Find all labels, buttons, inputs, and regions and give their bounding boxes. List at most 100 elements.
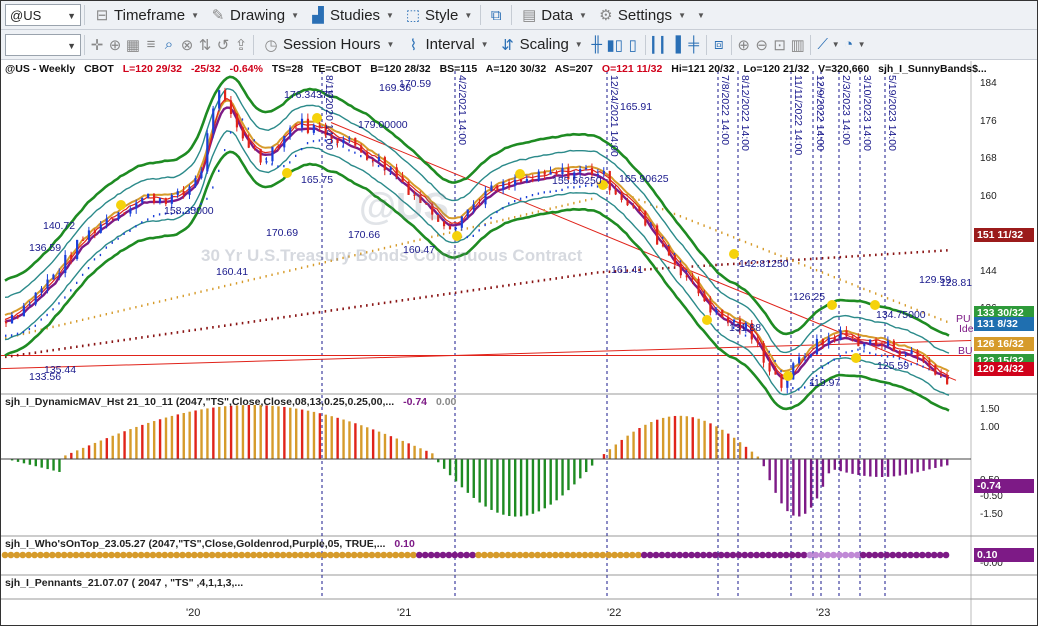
cursor-icon[interactable]: ✛ <box>88 36 106 54</box>
measure-icon[interactable]: ⇅ <box>196 36 214 54</box>
who-on-top-dot <box>380 551 388 559</box>
price-annotation: 160.47 <box>403 244 436 256</box>
histogram-bar <box>898 459 902 476</box>
histogram-bar <box>549 459 552 505</box>
chevron-down-icon[interactable]: ▼ <box>858 40 866 49</box>
histogram-bar <box>703 420 706 459</box>
zoom-out-icon[interactable]: ⊖ <box>753 36 771 54</box>
interval-icon: ⌇ <box>409 36 418 54</box>
overflow-chevron-icon[interactable]: ▼ <box>697 11 705 20</box>
studies-menu[interactable]: ▟ Studies ▼ <box>304 3 399 27</box>
zoom-fit-icon[interactable]: ⊡ <box>771 36 789 54</box>
who-on-top-dot <box>924 551 932 559</box>
candlestick-icon[interactable]: ▮▯ <box>606 36 624 54</box>
who-on-top-dot <box>617 551 624 559</box>
timeframe-menu[interactable]: ⊟ Timeframe ▼ <box>88 3 204 27</box>
who-on-top-dot <box>297 551 305 559</box>
candle-body <box>585 168 588 170</box>
who-on-top-dot <box>528 551 536 559</box>
who-on-top-dot <box>191 551 198 559</box>
histogram-bar <box>289 407 292 459</box>
who-on-top-dot <box>871 551 879 559</box>
who-on-top-dot <box>421 551 429 559</box>
layout-icon[interactable]: ▥ <box>789 36 807 54</box>
candle-body <box>946 376 949 385</box>
who-on-top-dot <box>31 551 38 559</box>
histogram-bar <box>235 405 239 459</box>
grid-icon[interactable]: ▦ <box>124 36 142 54</box>
speedometer-icon[interactable]: ◔ <box>840 36 858 53</box>
symbol-combo[interactable]: @US ▼ <box>5 4 81 26</box>
settings-menu[interactable]: ⚙ Settings ▼ <box>592 3 691 27</box>
date-annotation: 12/9/2022 14:00 <box>814 75 826 151</box>
who-on-top-dot <box>49 551 56 559</box>
zoom-in-icon[interactable]: ⊕ <box>735 36 753 54</box>
bar-chart-icon[interactable]: ╫ <box>588 36 606 53</box>
chevron-down-icon[interactable]: ▼ <box>832 40 840 49</box>
export-icon[interactable]: ⇪ <box>232 36 250 54</box>
histogram-bar <box>863 459 866 476</box>
candle-body <box>762 343 765 363</box>
histogram-bar <box>348 421 351 459</box>
histogram-bar <box>466 459 470 493</box>
lines-icon[interactable]: ≡ <box>142 36 160 53</box>
chart-area[interactable]: @US 30 Yr U.S.Treasury Bonds Continuous … <box>1 61 1037 625</box>
candle-body <box>922 356 925 361</box>
candle-body <box>253 147 256 149</box>
pan-icon[interactable]: ⊗ <box>178 36 196 54</box>
who-on-top-dot <box>836 551 843 559</box>
style-menu[interactable]: ⬚ Style ▼ <box>399 3 477 27</box>
ladder-icon[interactable]: ╪ <box>685 36 703 53</box>
volume-bars-icon[interactable]: ┃┃ <box>649 36 667 54</box>
side-label: BU <box>958 345 973 357</box>
price-annotation: 160.41 <box>216 266 249 278</box>
drawing-menu[interactable]: ✎ Drawing ▼ <box>204 3 304 27</box>
histogram-bar <box>76 450 79 459</box>
price-annotation: 165.91 <box>620 101 653 113</box>
zoom-icon[interactable]: ⌕ <box>160 36 178 53</box>
histogram-bar <box>780 459 783 504</box>
candle-body <box>626 199 629 206</box>
date-annotation: 4/2/2021 14:00 <box>456 75 468 146</box>
candle-body <box>579 169 582 173</box>
who-on-top-dot <box>794 551 802 559</box>
separator <box>253 34 254 55</box>
crosshair-icon[interactable]: ⊕ <box>106 36 124 54</box>
histogram-bar <box>212 407 215 459</box>
trend-icon[interactable]: ⟋ <box>814 36 832 53</box>
volume-profile-icon[interactable]: ▐ <box>667 36 685 53</box>
undo-icon[interactable]: ↺ <box>214 36 232 54</box>
histogram-bar <box>295 408 298 459</box>
candle-outline-icon[interactable]: ▯ <box>624 36 642 54</box>
price-annotation: 169.36 <box>379 82 412 94</box>
session-hours-menu[interactable]: ◷ Session Hours ▼ <box>257 33 399 57</box>
histogram-bar <box>875 459 878 477</box>
candle-body <box>448 226 452 230</box>
candle-body <box>940 374 943 377</box>
price-annotation: 179.00000 <box>358 119 408 131</box>
who-on-top-dot <box>333 551 340 559</box>
histogram-bar <box>922 459 925 471</box>
who-on-top-dot <box>658 551 666 559</box>
histogram-bar <box>64 455 67 459</box>
secondary-combo[interactable]: ▼ <box>5 33 81 56</box>
who-on-top-dot <box>605 551 612 559</box>
candle-body <box>259 148 262 163</box>
candle-body <box>821 338 824 345</box>
chevron-down-icon[interactable]: ▼ <box>67 41 76 51</box>
data-menu[interactable]: ▤ Data ▼ <box>515 3 592 27</box>
link-panels-icon[interactable]: ⧉ <box>484 7 508 24</box>
chevron-down-icon[interactable]: ▼ <box>67 11 76 21</box>
histogram-bar <box>431 453 434 459</box>
scaling-menu[interactable]: ⇵ Scaling ▼ <box>494 33 588 57</box>
interval-menu[interactable]: ⌇ Interval ▼ <box>399 33 493 57</box>
panels-icon[interactable]: ⧈ <box>710 36 728 53</box>
who-on-top-dot <box>475 551 482 559</box>
candle-body <box>555 171 558 174</box>
histogram-bar <box>803 459 807 514</box>
histogram-bar <box>650 422 653 459</box>
histogram-bar <box>715 426 718 459</box>
candle-body <box>277 146 280 148</box>
histogram-bar <box>401 440 404 459</box>
histogram-bar <box>448 459 452 476</box>
